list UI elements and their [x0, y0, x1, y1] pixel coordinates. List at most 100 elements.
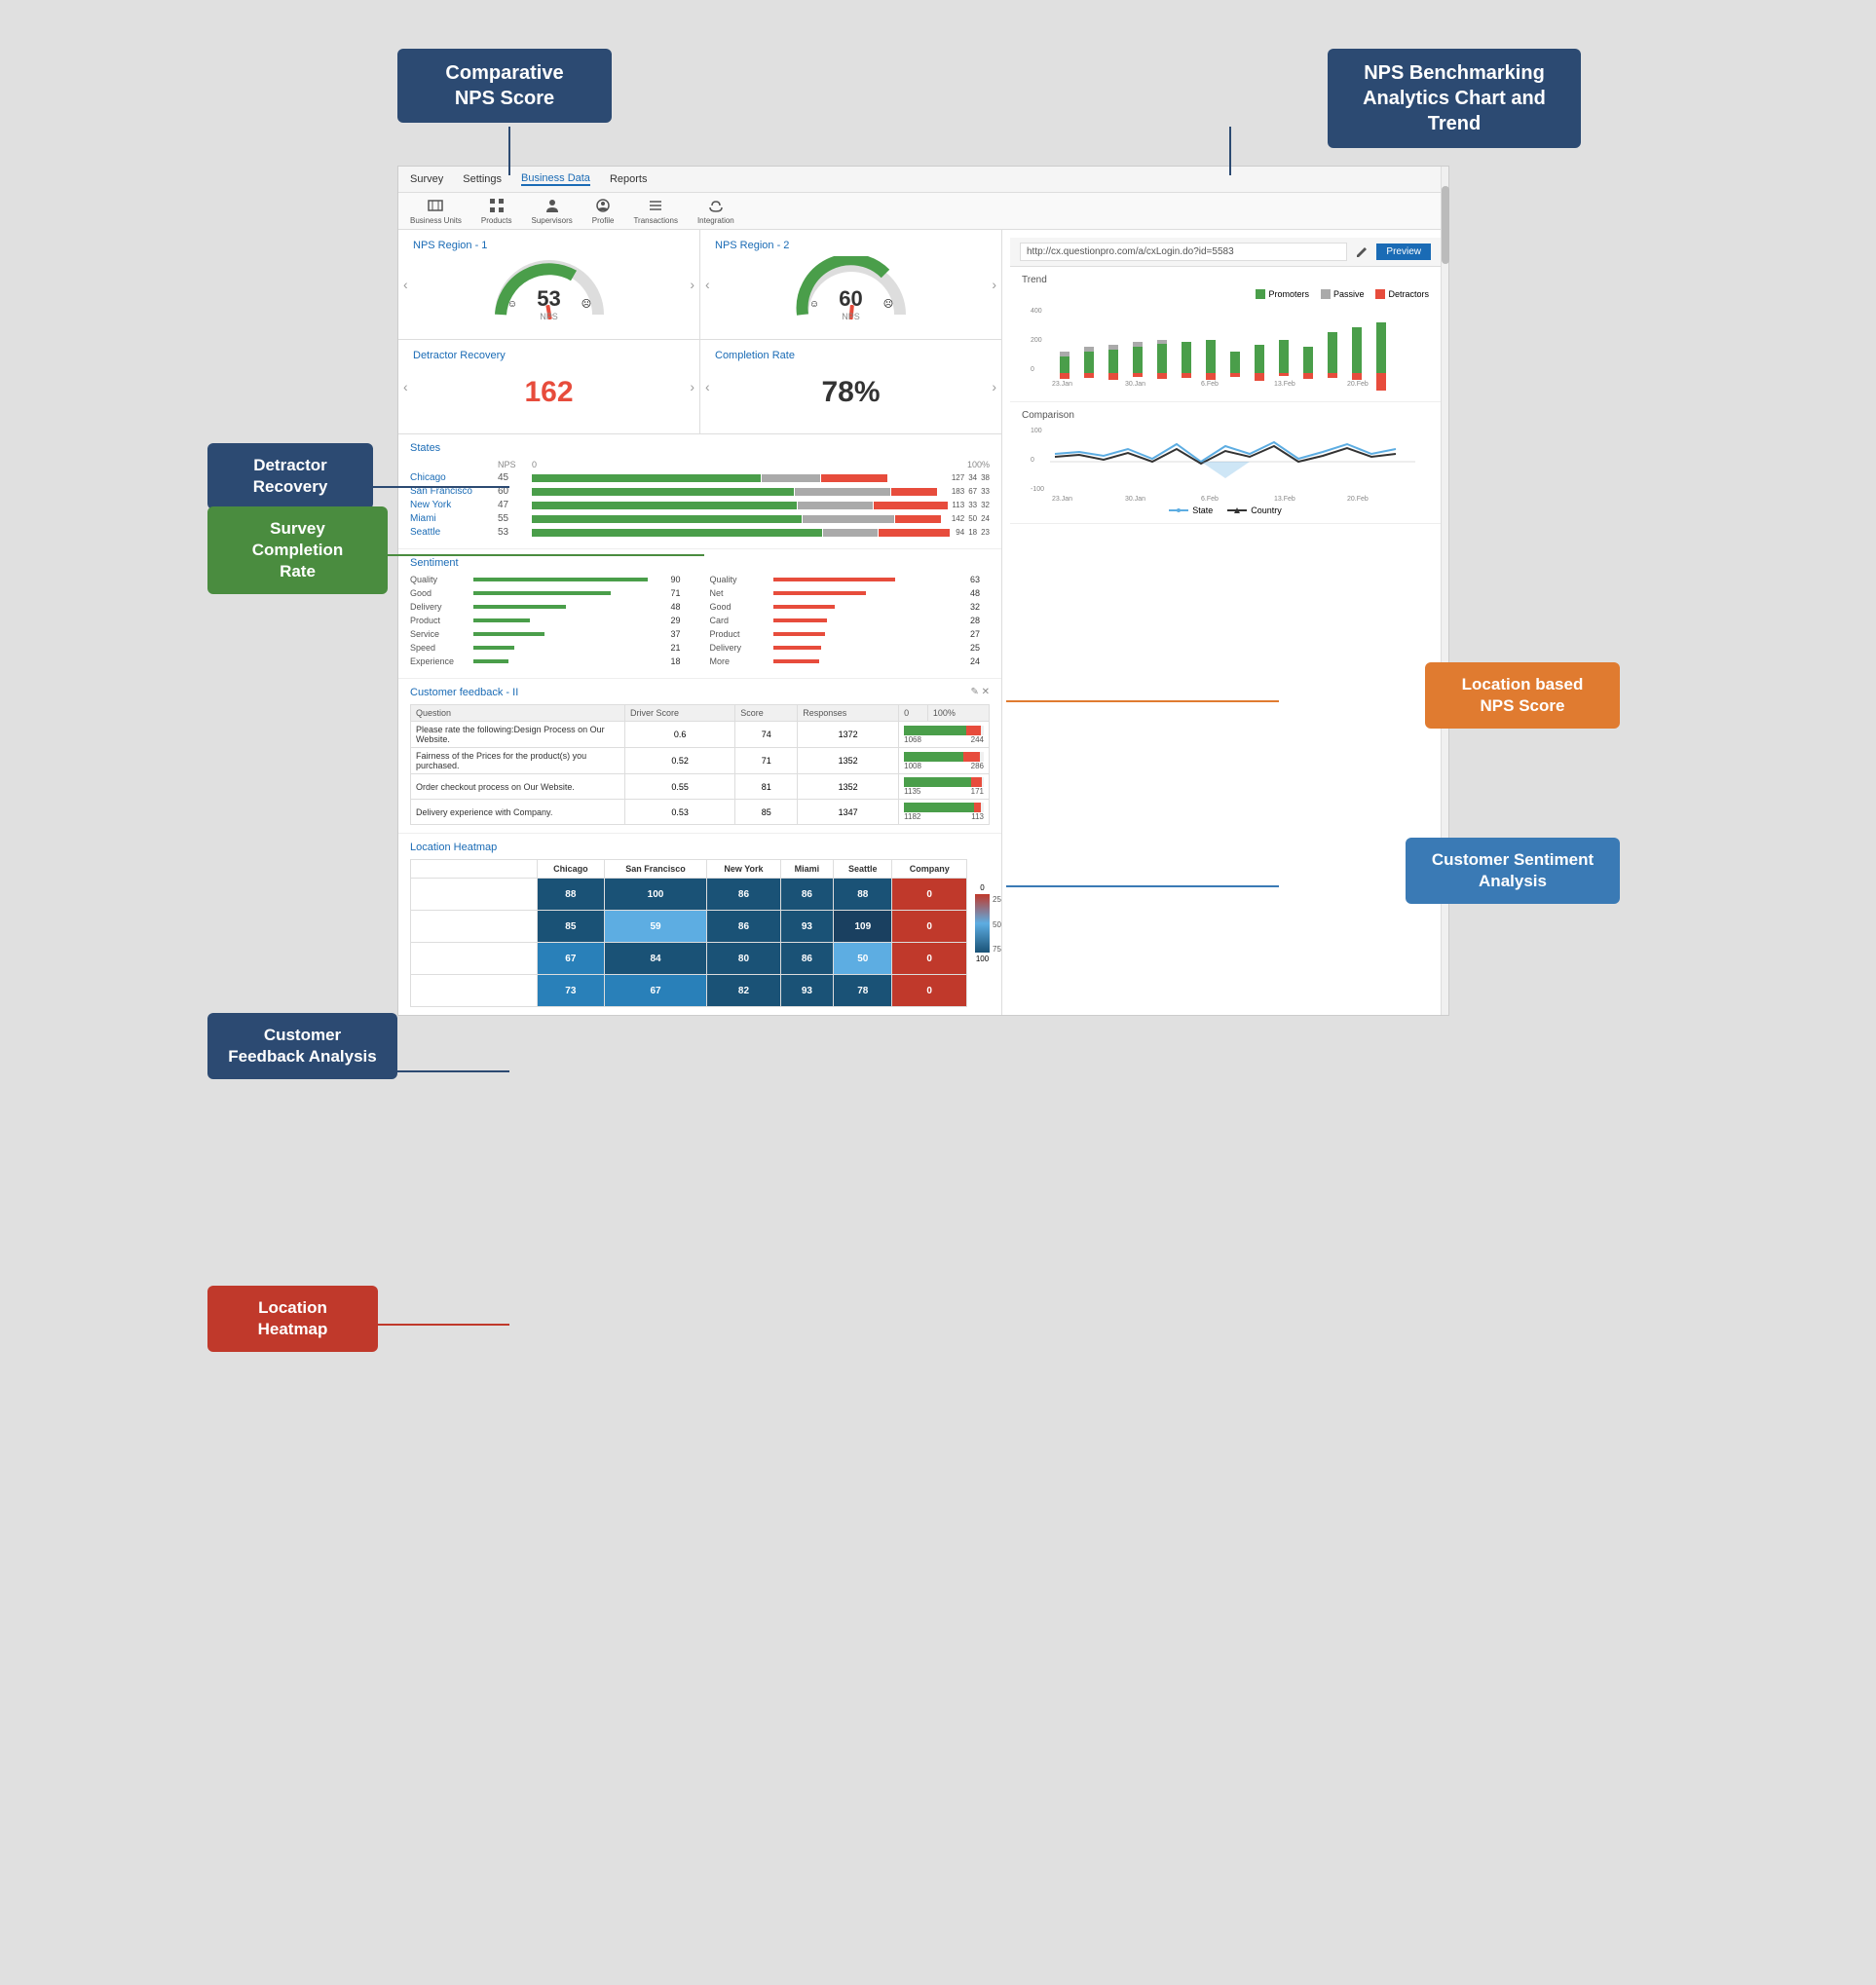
- nav-products[interactable]: Products: [481, 197, 512, 225]
- state-row-chicago: Chicago 45 127 34 38: [410, 472, 990, 483]
- heatmap-table: Chicago San Francisco New York Miami Sea…: [410, 859, 967, 1007]
- sent-left-experience: Experience 18: [410, 656, 691, 666]
- svg-text:☺: ☺: [808, 299, 818, 310]
- metric-completion: Completion Rate ‹ › 78%: [700, 340, 1001, 433]
- feedback-header-0: 0: [899, 705, 928, 722]
- sent-right-good: Good 32: [710, 602, 991, 612]
- trend-chart-svg: 400 200 0: [1022, 303, 1429, 391]
- svg-text:13.Feb: 13.Feb: [1274, 496, 1295, 503]
- region1-nav-left[interactable]: ‹: [403, 277, 408, 292]
- comparison-section: Comparison 100 0 -100: [1010, 402, 1441, 524]
- trend-section: Trend Promoters Passive: [1010, 267, 1441, 402]
- nav-business-units[interactable]: Business Units: [410, 197, 462, 225]
- feedback-table: Question Driver Score Score Responses 0 …: [410, 704, 990, 825]
- annotation-sentiment: Customer Sentiment Analysis: [1406, 838, 1620, 904]
- svg-text:20.Feb: 20.Feb: [1347, 496, 1369, 503]
- heatmap-row-1: 8. [Q31] Delivery experience with Vista.…: [411, 879, 967, 911]
- main-container: Comparative NPS Score NPS Benchmarking A…: [0, 0, 1876, 1985]
- dashboard-panel: Survey Settings Business Data Reports Bu…: [397, 166, 1449, 1016]
- annotation-survey: Survey Completion Rate: [207, 506, 388, 594]
- metric-detractor: Detractor Recovery ‹ › 162: [398, 340, 700, 433]
- heatmap-row-4: 5. [Q28] Please rate the following: Des.…: [411, 975, 967, 1007]
- annotation-heatmap: Location Heatmap: [207, 1286, 378, 1352]
- svg-text:100: 100: [1031, 428, 1042, 434]
- svg-text:30.Jan: 30.Jan: [1125, 496, 1145, 503]
- heatmap-section: Location Heatmap Chicago San Francisco N…: [398, 834, 1001, 1015]
- sent-right-product: Product 27: [710, 629, 991, 639]
- state-row-sf: San Francisco 60 183 67 33: [410, 486, 990, 497]
- nav-survey[interactable]: Survey: [410, 173, 443, 185]
- nav-settings[interactable]: Settings: [463, 173, 502, 185]
- nav-profile[interactable]: Profile: [592, 197, 615, 225]
- feedback-header-responses: Responses: [798, 705, 899, 722]
- svg-text:6.Feb: 6.Feb: [1201, 496, 1219, 503]
- heatmap-row-3: 6. [Q29] Fairness of the Prices for the.…: [411, 943, 967, 975]
- metric1-nav-left[interactable]: ‹: [403, 379, 408, 394]
- sent-right-more: More 24: [710, 656, 991, 666]
- feedback-edit-icon[interactable]: ✎ ✕: [970, 687, 990, 698]
- feedback-row-1: Please rate the following:Design Process…: [411, 722, 990, 748]
- nav-transactions[interactable]: Transactions: [633, 197, 678, 225]
- states-section: States NPS 0 100% Chicago 45: [398, 434, 1001, 549]
- feedback-row-4: Delivery experience with Company. 0.53 8…: [411, 800, 990, 825]
- nav-supervisors[interactable]: Supervisors: [532, 197, 573, 225]
- metric2-nav-right[interactable]: ›: [992, 379, 996, 394]
- nav-integration[interactable]: Integration: [697, 197, 734, 225]
- nav-reports[interactable]: Reports: [610, 173, 648, 185]
- nps-region-2: NPS Region - 2 ‹ › ☺ ☹: [700, 230, 1001, 339]
- svg-text:400: 400: [1031, 308, 1042, 315]
- url-input[interactable]: [1020, 243, 1347, 261]
- metrics-row: Detractor Recovery ‹ › 162 Completion Ra…: [398, 340, 1001, 434]
- edit-icon[interactable]: [1355, 245, 1369, 259]
- gauge-region-1: ☺ ☹ 53 NPS: [413, 251, 685, 329]
- annotation-feedback: Customer Feedback Analysis: [207, 1013, 397, 1079]
- sent-left-speed: Speed 21: [410, 643, 691, 653]
- feedback-header-driver: Driver Score: [625, 705, 735, 722]
- metric1-nav-right[interactable]: ›: [690, 379, 694, 394]
- feedback-row-2: Fairness of the Prices for the product(s…: [411, 748, 990, 774]
- sent-left-good: Good 71: [410, 588, 691, 598]
- annotation-nps-bench: NPS Benchmarking Analytics Chart and Tre…: [1328, 49, 1581, 148]
- comparison-chart-svg: 100 0 -100 23.Jan: [1022, 425, 1429, 503]
- region1-nav-right[interactable]: ›: [690, 277, 694, 292]
- heatmap-row-2: 7. [Q30] Order checkout process on Vist.…: [411, 911, 967, 943]
- annotation-comparative: Comparative NPS Score: [397, 49, 612, 123]
- feedback-header-score: Score: [735, 705, 798, 722]
- sent-right-card: Card 28: [710, 616, 991, 625]
- feedback-section: Customer feedback - II ✎ ✕ Question Driv…: [398, 679, 1001, 834]
- svg-text:6.Feb: 6.Feb: [1201, 381, 1219, 388]
- trend-legend: Promoters Passive Detractors: [1022, 289, 1429, 299]
- sent-left-quality: Quality 90: [410, 575, 691, 584]
- sent-right-net: Net 48: [710, 588, 991, 598]
- svg-text:20.Feb: 20.Feb: [1347, 381, 1369, 388]
- svg-text:30.Jan: 30.Jan: [1125, 381, 1145, 388]
- svg-text:☺: ☺: [507, 299, 516, 310]
- url-bar: Preview: [1010, 238, 1441, 267]
- feedback-row-3: Order checkout process on Our Website. 0…: [411, 774, 990, 800]
- state-row-miami: Miami 55 142 50 24: [410, 513, 990, 524]
- svg-text:-100: -100: [1031, 486, 1044, 493]
- annotation-detractor: Detractor Recovery: [207, 443, 373, 509]
- sent-right-quality: Quality 63: [710, 575, 991, 584]
- metric2-nav-left[interactable]: ‹: [705, 379, 710, 394]
- svg-text:0: 0: [1031, 457, 1034, 464]
- svg-text:13.Feb: 13.Feb: [1274, 381, 1295, 388]
- svg-text:☹: ☹: [882, 298, 892, 310]
- preview-button[interactable]: Preview: [1376, 243, 1431, 260]
- nav-bar: Survey Settings Business Data Reports: [398, 167, 1448, 193]
- region2-nav-left[interactable]: ‹: [705, 277, 710, 292]
- sent-left-delivery: Delivery 48: [410, 602, 691, 612]
- nav-business-data[interactable]: Business Data: [521, 172, 590, 186]
- nps-regions-row: NPS Region - 1 ‹ ›: [398, 230, 1001, 340]
- svg-text:200: 200: [1031, 337, 1042, 344]
- sent-left-service: Service 37: [410, 629, 691, 639]
- svg-text:☹: ☹: [581, 298, 590, 310]
- right-column: Preview Trend Promoters Passiv: [1002, 230, 1448, 1015]
- svg-text:23.Jan: 23.Jan: [1052, 496, 1072, 503]
- nps-region-1: NPS Region - 1 ‹ ›: [398, 230, 700, 339]
- state-row-ny: New York 47 113 33 32: [410, 500, 990, 510]
- sent-right-delivery: Delivery 25: [710, 643, 991, 653]
- svg-text:23.Jan: 23.Jan: [1052, 381, 1072, 388]
- gauge-region-2: ☺ ☹ 60 NPS: [715, 251, 987, 329]
- region2-nav-right[interactable]: ›: [992, 277, 996, 292]
